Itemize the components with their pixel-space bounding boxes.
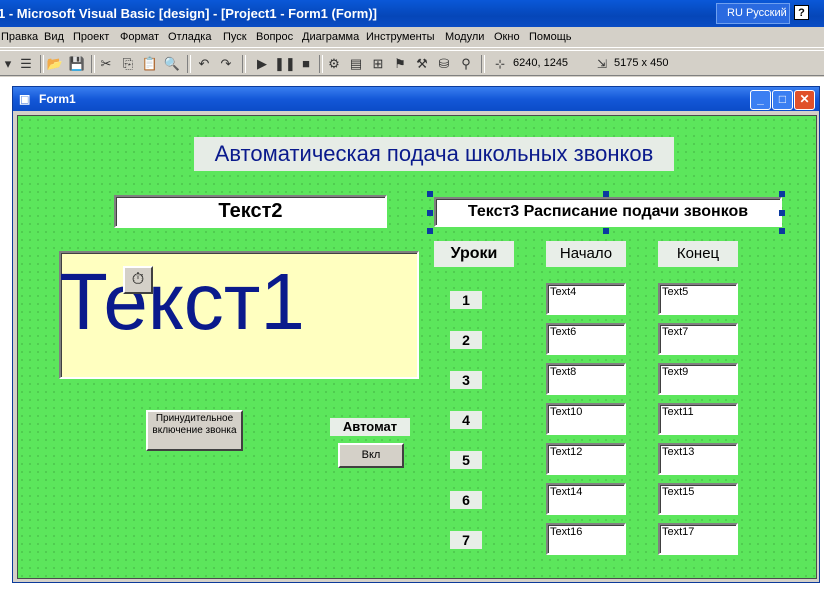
end-time-field[interactable]: Text17 (658, 523, 738, 555)
selection-handle[interactable] (427, 191, 433, 197)
lesson-number: 6 (450, 491, 482, 509)
menu-run[interactable]: Пуск (223, 31, 247, 43)
text2-field[interactable]: Текст2 (114, 195, 387, 228)
end-time-field[interactable]: Text7 (658, 323, 738, 355)
toolbar-separator (481, 55, 485, 73)
end-header: Конец (658, 241, 738, 267)
menu-debug[interactable]: Отладка (168, 31, 211, 43)
end-time-field[interactable]: Text9 (658, 363, 738, 395)
menu-view[interactable]: Вид (44, 31, 64, 43)
object-browser-icon[interactable]: ⚑ (390, 54, 410, 74)
menu-bar: Правка Вид Проект Формат Отладка Пуск Во… (0, 28, 824, 48)
form-icon: ▣ (19, 92, 31, 106)
minimize-icon[interactable]: _ (750, 90, 771, 110)
menu-diagram[interactable]: Диаграмма (302, 31, 359, 43)
paste-icon[interactable]: 📋 (140, 54, 160, 74)
toolbox-icon[interactable]: ⚒ (412, 54, 432, 74)
close-icon[interactable]: ✕ (794, 90, 815, 110)
auto-label: Автомат (330, 418, 410, 436)
form-layout-icon[interactable]: ⊞ (368, 54, 388, 74)
start-time-field[interactable]: Text4 (546, 283, 626, 315)
text3-field[interactable]: Текст3 Расписание подачи звонков (434, 197, 782, 227)
help-icon[interactable]: ? (794, 5, 809, 20)
force-ring-button[interactable]: Принудительное включение звонка (146, 410, 243, 451)
heading-label: Автоматическая подача школьных звонков (194, 137, 674, 171)
selection-handle[interactable] (779, 191, 785, 197)
end-icon[interactable]: ■ (296, 54, 316, 74)
standard-toolbar: ▾ ☰ 📂 💾 ✂ ⎘ 📋 🔍 ↶ ↷ ▶ ❚❚ ■ ⚙ ▤ ⊞ ⚑ ⚒ ⛁ ⚲… (0, 50, 824, 76)
component-manager-icon[interactable]: ⚲ (456, 54, 476, 74)
redo-icon[interactable]: ↷ (216, 54, 236, 74)
toolbar-separator (187, 55, 191, 73)
size-readout: 5175 x 450 (614, 57, 669, 69)
start-header: Начало (546, 241, 626, 267)
undo-icon[interactable]: ↶ (194, 54, 214, 74)
position-icon: ⊹ (494, 57, 506, 71)
timer-control-icon[interactable]: ⏱ (123, 266, 153, 294)
toolbar-separator (40, 55, 44, 73)
open-project-icon[interactable]: 📂 (45, 54, 65, 74)
selection-handle[interactable] (779, 228, 785, 234)
menu-format[interactable]: Формат (120, 31, 159, 43)
window-title-bar: 1 - Microsoft Visual Basic [design] - [P… (0, 0, 824, 27)
end-time-field[interactable]: Text15 (658, 483, 738, 515)
break-icon[interactable]: ❚❚ (274, 54, 296, 74)
form-window[interactable]: ▣ Form1 _ □ ✕ Автоматическая подача школ… (12, 86, 820, 583)
start-time-field[interactable]: Text14 (546, 483, 626, 515)
selection-handle[interactable] (427, 228, 433, 234)
menu-project[interactable]: Проект (73, 31, 109, 43)
window-title: 1 - Microsoft Visual Basic [design] - [P… (0, 6, 377, 21)
start-time-field[interactable]: Text12 (546, 443, 626, 475)
form-canvas[interactable]: Автоматическая подача школьных звонков Т… (17, 115, 817, 579)
properties-window-icon[interactable]: ▤ (346, 54, 366, 74)
menu-help[interactable]: Помощь (529, 31, 572, 43)
selection-handle[interactable] (779, 210, 785, 216)
menu-editor-icon[interactable]: ☰ (16, 54, 36, 74)
start-time-field[interactable]: Text10 (546, 403, 626, 435)
maximize-icon[interactable]: □ (772, 90, 793, 110)
size-icon: ⇲ (596, 57, 608, 71)
end-time-field[interactable]: Text5 (658, 283, 738, 315)
lesson-number: 1 (450, 291, 482, 309)
form-title-bar[interactable]: ▣ Form1 _ □ ✕ (13, 87, 819, 111)
find-icon[interactable]: 🔍 (162, 54, 182, 74)
lesson-number: 4 (450, 411, 482, 429)
start-icon[interactable]: ▶ (252, 54, 272, 74)
toolbar-separator (242, 55, 246, 73)
toolbar-separator (319, 55, 323, 73)
lesson-number: 3 (450, 371, 482, 389)
menu-addins[interactable]: Модули (445, 31, 484, 43)
menu-tools[interactable]: Инструменты (366, 31, 435, 43)
start-time-field[interactable]: Text16 (546, 523, 626, 555)
language-indicator[interactable]: RU Русский (716, 3, 790, 24)
copy-icon[interactable]: ⎘ (118, 54, 138, 74)
lessons-header: Уроки (434, 241, 514, 267)
start-time-field[interactable]: Text8 (546, 363, 626, 395)
on-button[interactable]: Вкл (338, 443, 404, 468)
lesson-number: 7 (450, 531, 482, 549)
selection-handle[interactable] (603, 191, 609, 197)
cut-icon[interactable]: ✂ (96, 54, 116, 74)
menu-query[interactable]: Вопрос (256, 31, 293, 43)
menu-window[interactable]: Окно (494, 31, 520, 43)
dropdown-arrow-icon[interactable]: ▾ (2, 54, 14, 74)
position-readout: 6240, 1245 (513, 57, 569, 69)
lesson-number: 2 (450, 331, 482, 349)
form-title: Form1 (39, 92, 76, 106)
lesson-number: 5 (450, 451, 482, 469)
project-explorer-icon[interactable]: ⚙ (324, 54, 344, 74)
selection-handle[interactable] (603, 228, 609, 234)
end-time-field[interactable]: Text11 (658, 403, 738, 435)
end-time-field[interactable]: Text13 (658, 443, 738, 475)
menu-edit[interactable]: Правка (1, 31, 38, 43)
toolbar-separator (91, 55, 95, 73)
start-time-field[interactable]: Text6 (546, 323, 626, 355)
save-project-icon[interactable]: 💾 (67, 54, 87, 74)
data-view-icon[interactable]: ⛁ (434, 54, 454, 74)
text1-field[interactable]: Текст1 (59, 251, 419, 379)
selection-handle[interactable] (427, 210, 433, 216)
